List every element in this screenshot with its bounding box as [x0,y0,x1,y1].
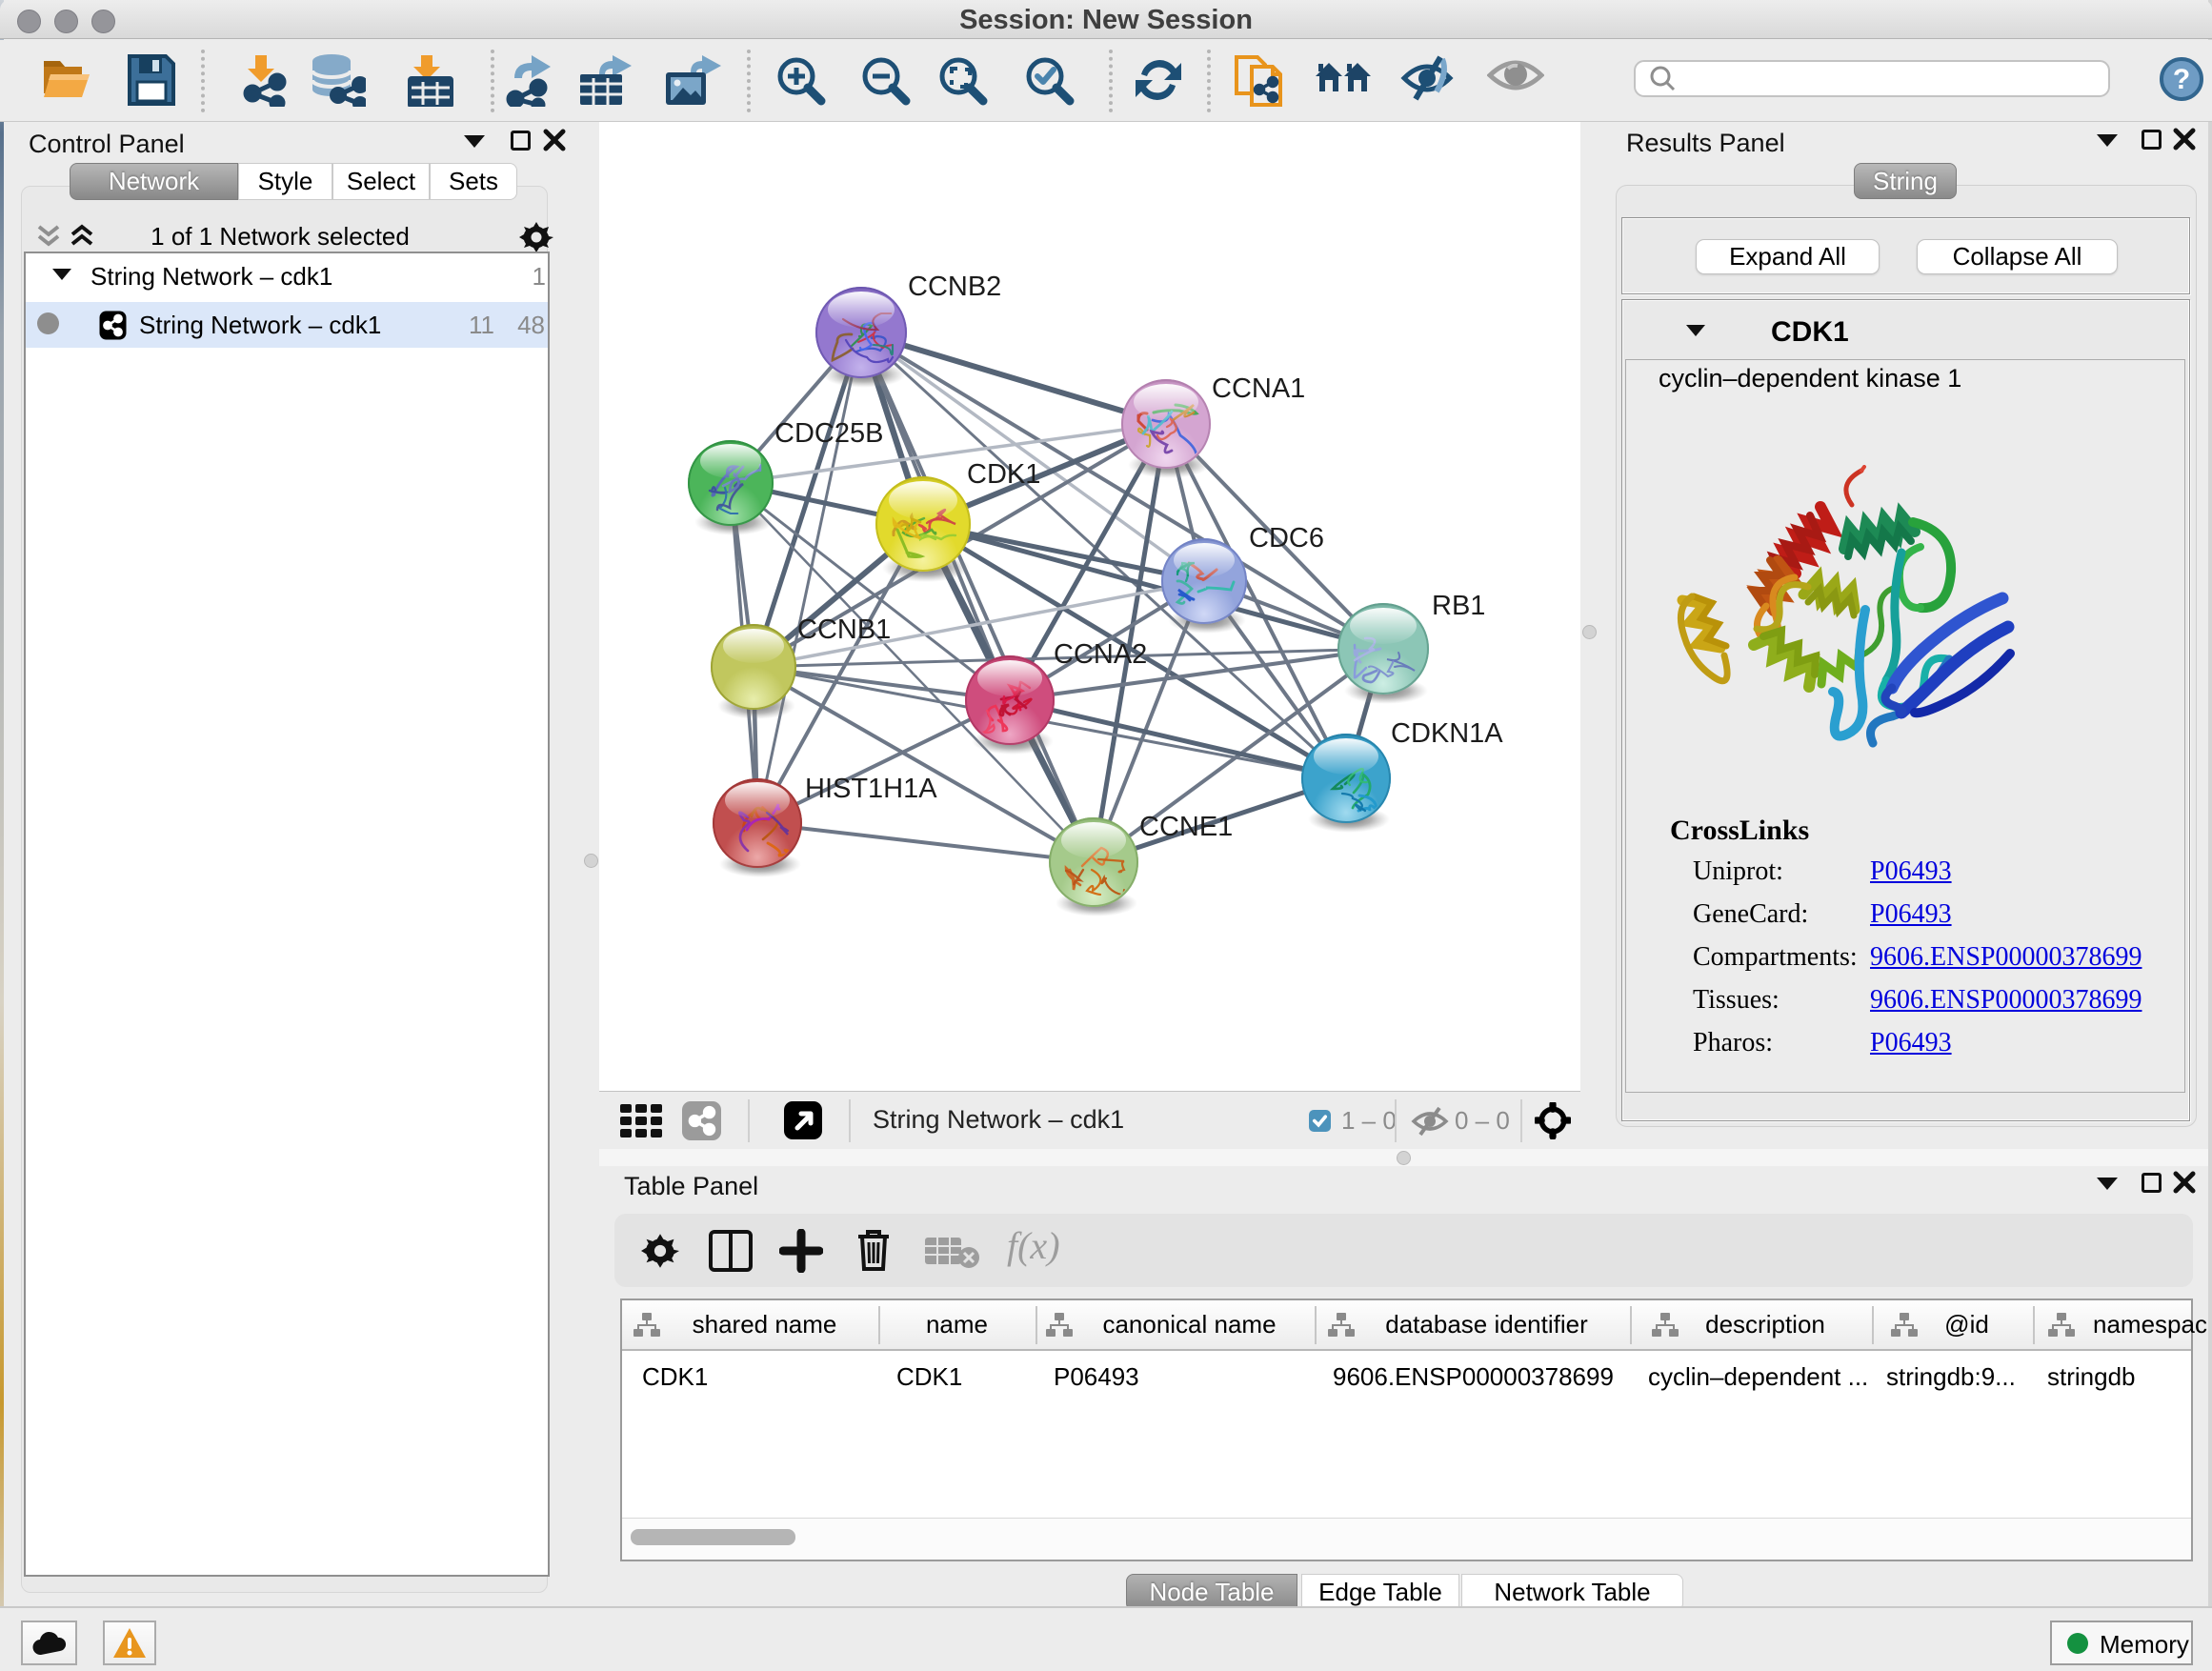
svg-text:CDKN1A: CDKN1A [1391,718,1503,749]
svg-text:CCNA2: CCNA2 [1054,639,1147,670]
svg-text:CCNA1: CCNA1 [1212,373,1305,404]
svg-text:CCNB2: CCNB2 [908,272,1001,302]
svg-text:CDC25B: CDC25B [774,418,883,449]
svg-text:CDC6: CDC6 [1249,523,1324,554]
svg-text:CCNE1: CCNE1 [1139,812,1233,842]
svg-text:?: ? [2173,64,2190,95]
svg-text:RB1: RB1 [1432,591,1485,621]
svg-text:CCNB1: CCNB1 [797,614,891,645]
svg-text:HIST1H1A: HIST1H1A [805,774,937,804]
svg-text:CDK1: CDK1 [967,459,1040,490]
